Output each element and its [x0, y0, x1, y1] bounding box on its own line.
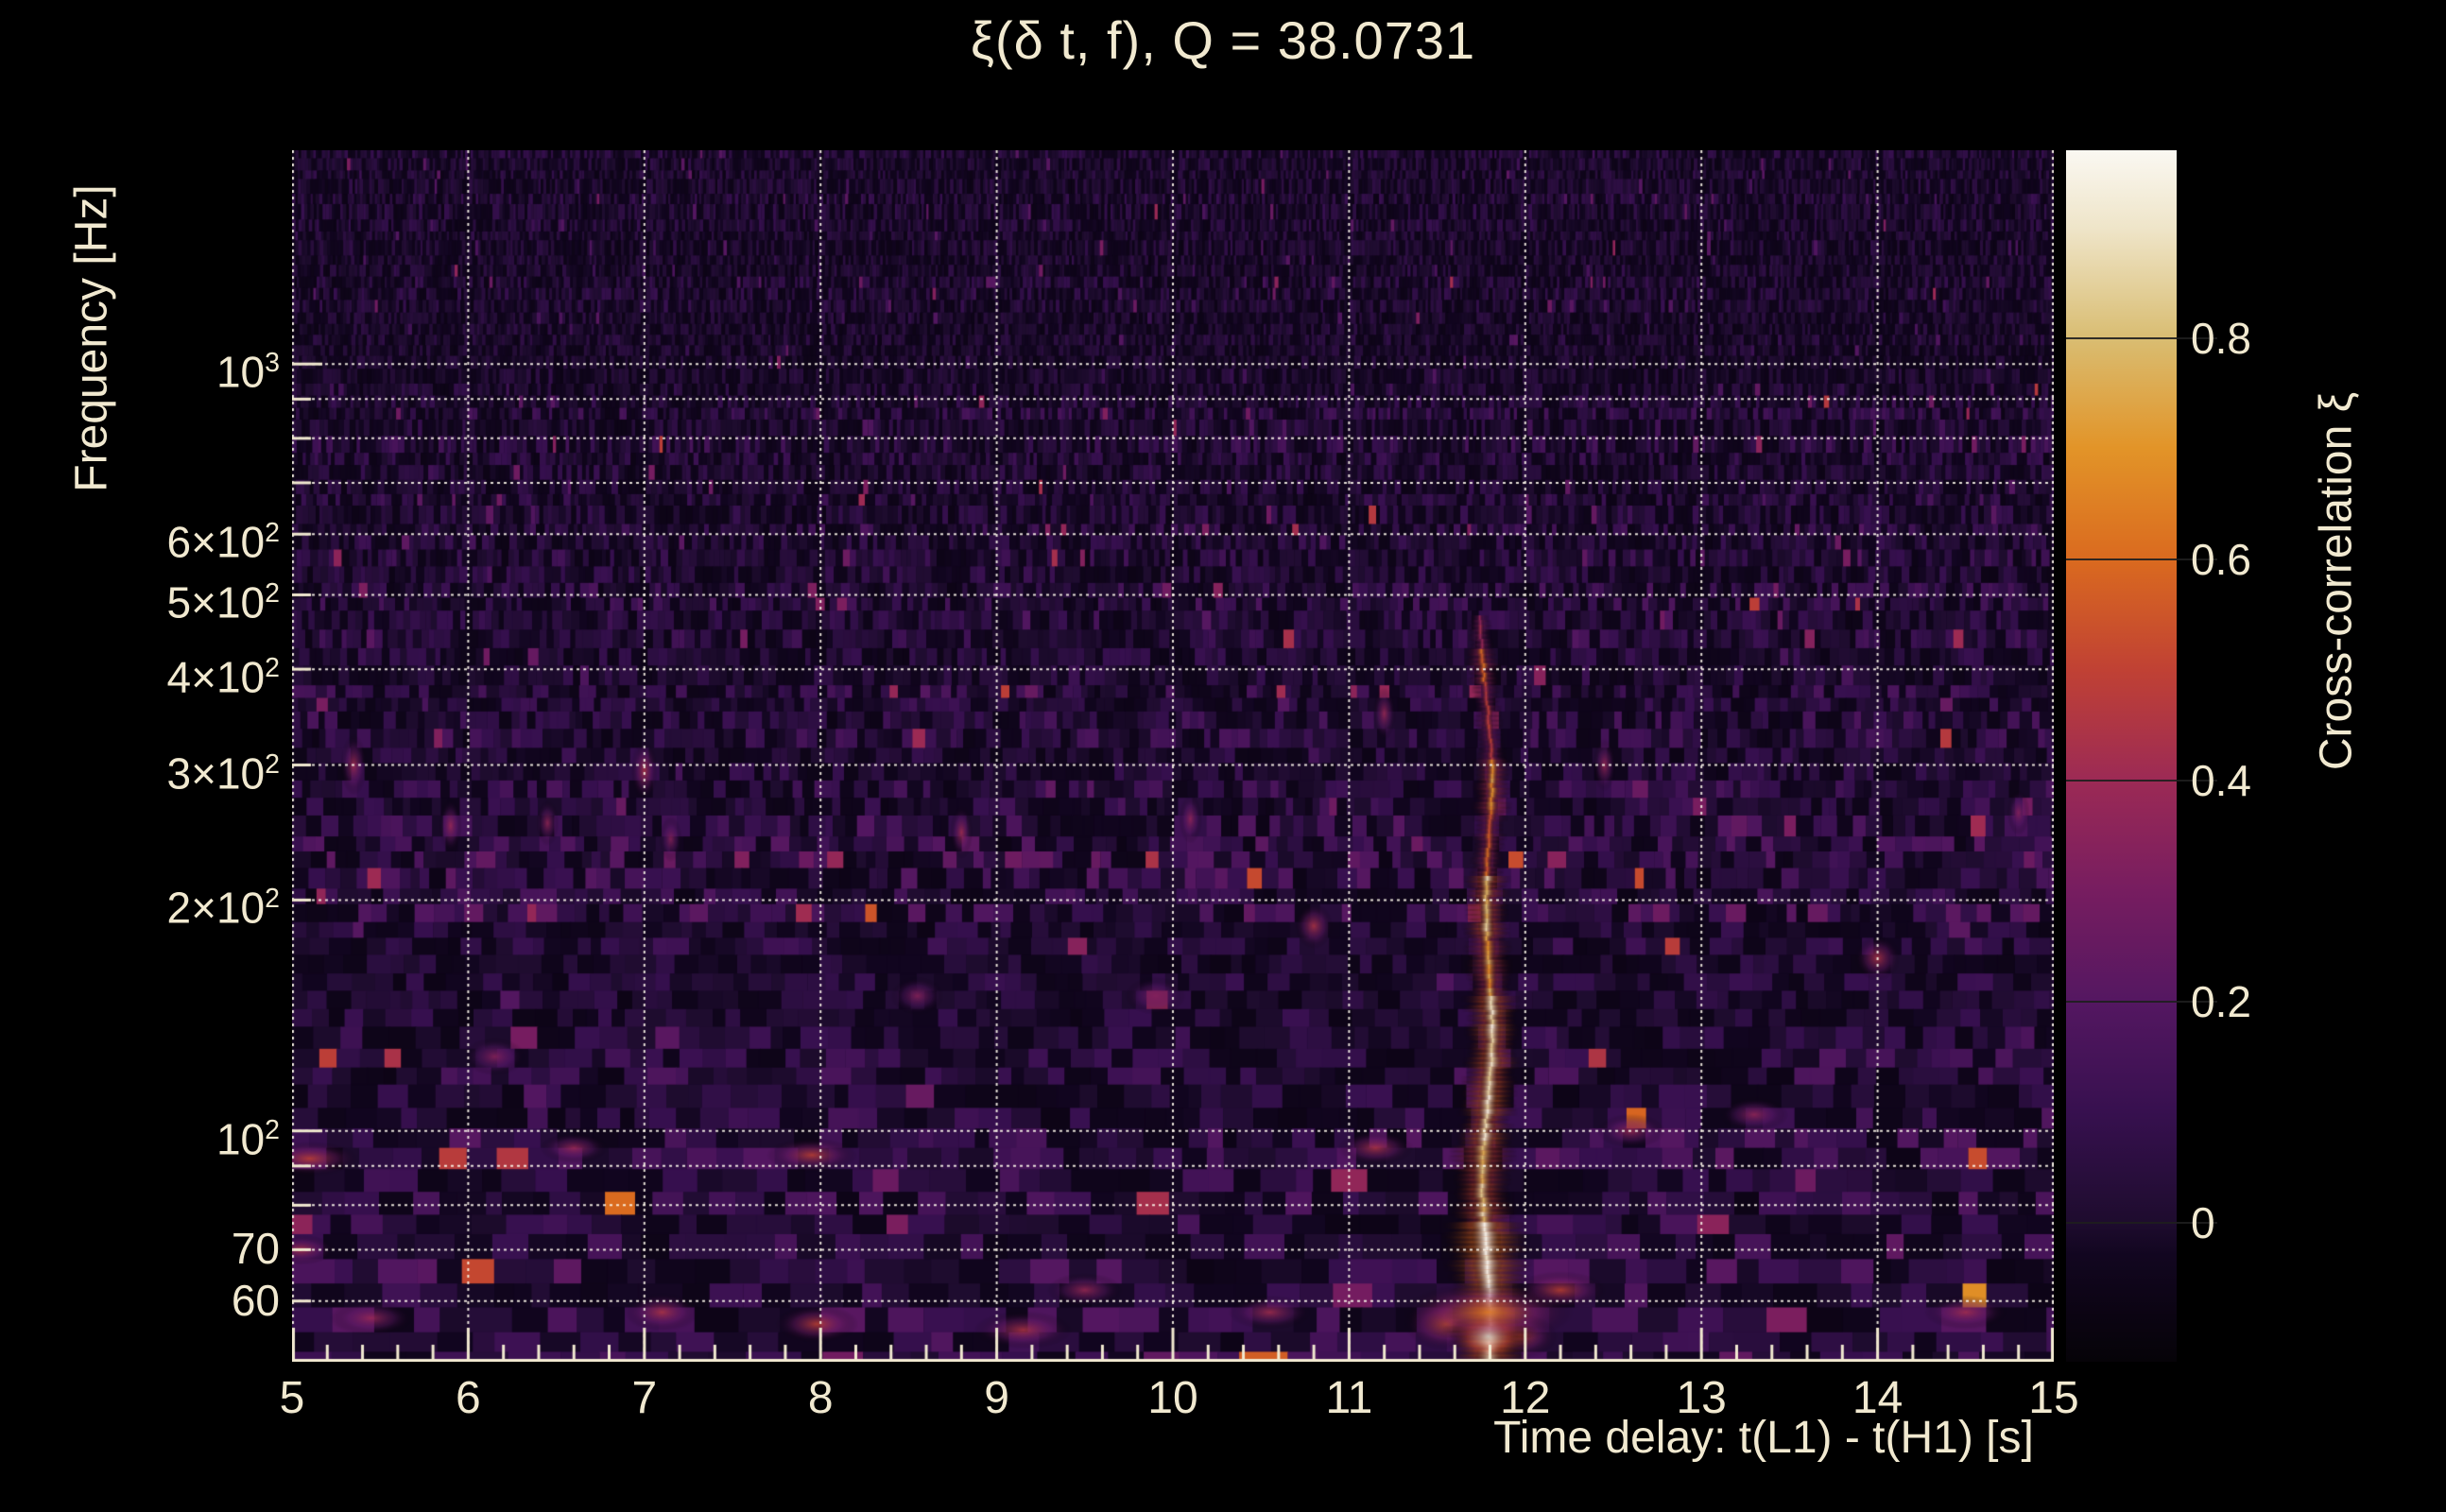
colorbar-tick-label: 0	[2191, 1197, 2215, 1248]
x-tick-label: 7	[588, 1372, 701, 1424]
heatmap-plot-area	[292, 150, 2054, 1362]
y-tick-exponent: 2	[265, 884, 280, 914]
y-tick-label: 3×102	[167, 739, 280, 799]
y-axis-title: Frequency [Hz]	[66, 184, 118, 491]
x-tick-label: 5	[235, 1372, 349, 1424]
colorbar-axis-title: Cross-correlation ξ	[2311, 392, 2363, 770]
y-tick-label: 2×102	[167, 873, 280, 933]
y-tick-label: 70	[232, 1223, 280, 1274]
x-tick-label: 12	[1469, 1372, 1582, 1424]
y-tick-exponent: 2	[265, 653, 280, 683]
y-tick-exponent: 2	[265, 1115, 280, 1145]
y-tick-exponent: 2	[265, 578, 280, 609]
x-tick-label: 9	[940, 1372, 1054, 1424]
y-tick-label: 60	[232, 1275, 280, 1326]
plot-title: ξ(δ t, f), Q = 38.0731	[971, 9, 1475, 71]
y-tick-label: 4×102	[167, 643, 280, 702]
x-tick-label: 6	[411, 1372, 525, 1424]
y-tick-exponent: 2	[265, 518, 280, 548]
y-tick-exponent: 3	[265, 348, 280, 378]
x-tick-label: 11	[1292, 1372, 1405, 1424]
y-tick-label: 103	[216, 337, 280, 397]
y-tick-label: 5×102	[167, 568, 280, 627]
colorbar-tick-label: 0.4	[2191, 755, 2251, 806]
colorbar-tick-label: 0.8	[2191, 313, 2251, 364]
y-tick-label: 102	[216, 1105, 280, 1164]
x-tick-label: 15	[1997, 1372, 2110, 1424]
x-tick-label: 8	[764, 1372, 877, 1424]
x-tick-label: 14	[1821, 1372, 1935, 1424]
colorbar-tick-label: 0.2	[2191, 976, 2251, 1027]
y-tick-exponent: 2	[265, 749, 280, 780]
colorbar-gradient	[2066, 150, 2177, 1362]
x-tick-label: 13	[1645, 1372, 1758, 1424]
colorbar-tick-label: 0.6	[2191, 534, 2251, 585]
y-tick-label: 6×102	[167, 507, 280, 567]
x-tick-label: 10	[1116, 1372, 1230, 1424]
